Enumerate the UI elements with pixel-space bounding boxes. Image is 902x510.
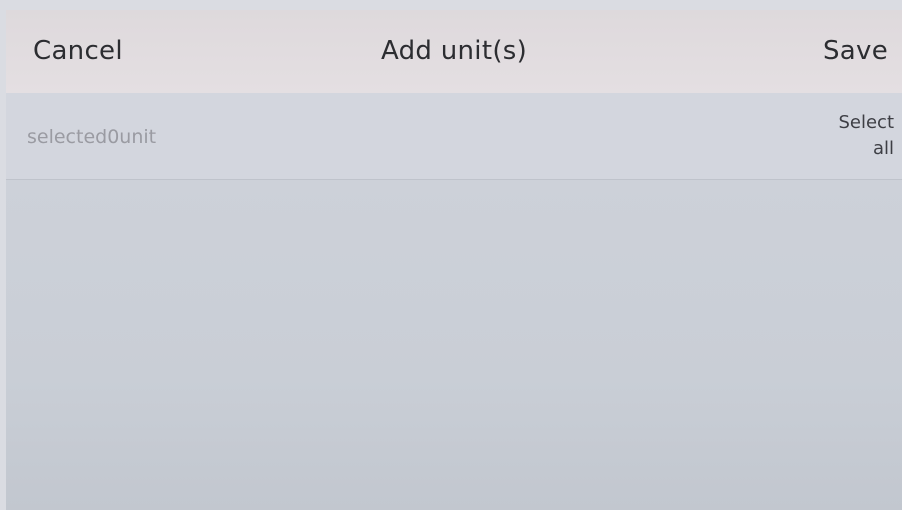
- select-all-button[interactable]: Select all: [824, 110, 894, 162]
- unit-list: [6, 180, 902, 510]
- add-units-screen: Cancel Add unit(s) Save selected0unit Se…: [6, 10, 902, 510]
- selected-count-text: selected0unit: [27, 126, 157, 148]
- top-bar: Cancel Add unit(s) Save: [6, 10, 902, 93]
- select-all-label-line1: Select: [838, 112, 894, 133]
- select-all-label-line2: all: [872, 138, 894, 159]
- save-button[interactable]: Save: [823, 36, 888, 66]
- page-title: Add unit(s): [380, 36, 528, 66]
- selection-summary-row: selected0unit Select all: [6, 93, 902, 180]
